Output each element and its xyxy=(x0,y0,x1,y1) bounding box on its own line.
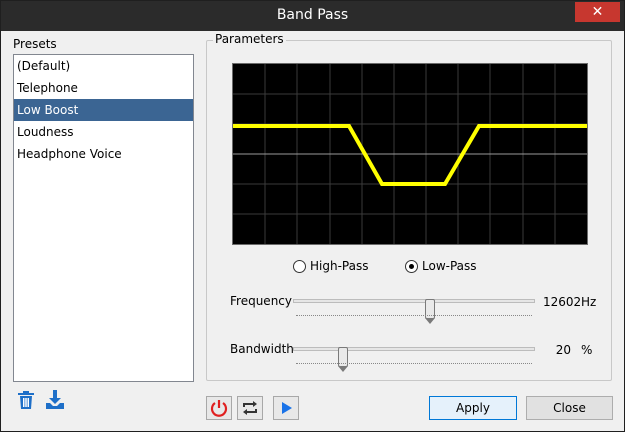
save-preset-button[interactable] xyxy=(44,389,66,411)
play-icon xyxy=(282,402,292,414)
repeat-icon xyxy=(243,401,257,415)
power-icon xyxy=(210,400,228,417)
low-pass-label: Low-Pass xyxy=(422,259,477,273)
download-icon xyxy=(46,390,64,409)
preset-item-low-boost[interactable]: Low Boost xyxy=(14,99,193,121)
filter-curve-plot xyxy=(233,64,587,244)
bandwidth-slider-track[interactable] xyxy=(293,347,535,372)
power-toggle-button[interactable] xyxy=(206,396,232,420)
high-pass-radio-circle xyxy=(293,259,306,273)
bandwidth-value: 20 xyxy=(555,343,571,357)
preset-item-telephone[interactable]: Telephone xyxy=(14,77,193,99)
apply-button[interactable]: Apply xyxy=(429,396,517,420)
delete-preset-button[interactable] xyxy=(15,389,37,411)
filter-mode-group: High-Pass Low-Pass xyxy=(207,259,613,277)
bandwidth-slider-thumb[interactable] xyxy=(338,347,348,372)
parameters-group: Parameters High-Pass Low-Pass Frequency … xyxy=(206,32,613,381)
trash-icon xyxy=(18,391,34,409)
filter-response-graph xyxy=(232,63,588,245)
filter-curve xyxy=(233,124,587,186)
parameters-label: Parameters xyxy=(213,32,286,46)
close-button[interactable]: Close xyxy=(526,396,613,420)
preset-item-headphone-voice[interactable]: Headphone Voice xyxy=(14,143,193,165)
low-pass-radio-circle xyxy=(405,259,418,273)
high-pass-radio[interactable]: High-Pass xyxy=(293,259,368,273)
low-pass-radio[interactable]: Low-Pass xyxy=(405,259,477,273)
high-pass-label: High-Pass xyxy=(310,259,369,273)
presets-label: Presets xyxy=(13,37,57,51)
title-bar: Band Pass ✕ xyxy=(1,1,624,31)
frequency-label: Frequency xyxy=(230,294,292,308)
frequency-unit: Hz xyxy=(581,295,597,309)
band-pass-dialog: Band Pass ✕ Presets (Default) Telephone … xyxy=(0,0,625,432)
close-icon: ✕ xyxy=(591,4,604,20)
presets-list[interactable]: (Default) Telephone Low Boost Loudness H… xyxy=(13,54,194,382)
window-title: Band Pass xyxy=(276,7,349,23)
preview-play-button[interactable] xyxy=(273,396,299,420)
frequency-slider-track[interactable] xyxy=(293,299,535,324)
bandwidth-slider-ticks xyxy=(296,360,532,364)
window-close-button[interactable]: ✕ xyxy=(575,2,620,22)
frequency-slider-ticks xyxy=(296,312,532,316)
bandwidth-label: Bandwidth xyxy=(230,342,294,356)
preset-item-default[interactable]: (Default) xyxy=(14,55,193,77)
preset-item-loudness[interactable]: Loudness xyxy=(14,121,193,143)
loop-toggle-button[interactable] xyxy=(237,396,263,420)
bandwidth-row: Bandwidth 20 % xyxy=(207,340,613,372)
frequency-value: 12602 xyxy=(543,295,582,309)
frequency-row: Frequency 12602 Hz xyxy=(207,292,613,324)
bandwidth-unit: % xyxy=(581,343,593,357)
dialog-body: Presets (Default) Telephone Low Boost Lo… xyxy=(1,31,624,431)
frequency-slider-thumb[interactable] xyxy=(425,299,435,324)
